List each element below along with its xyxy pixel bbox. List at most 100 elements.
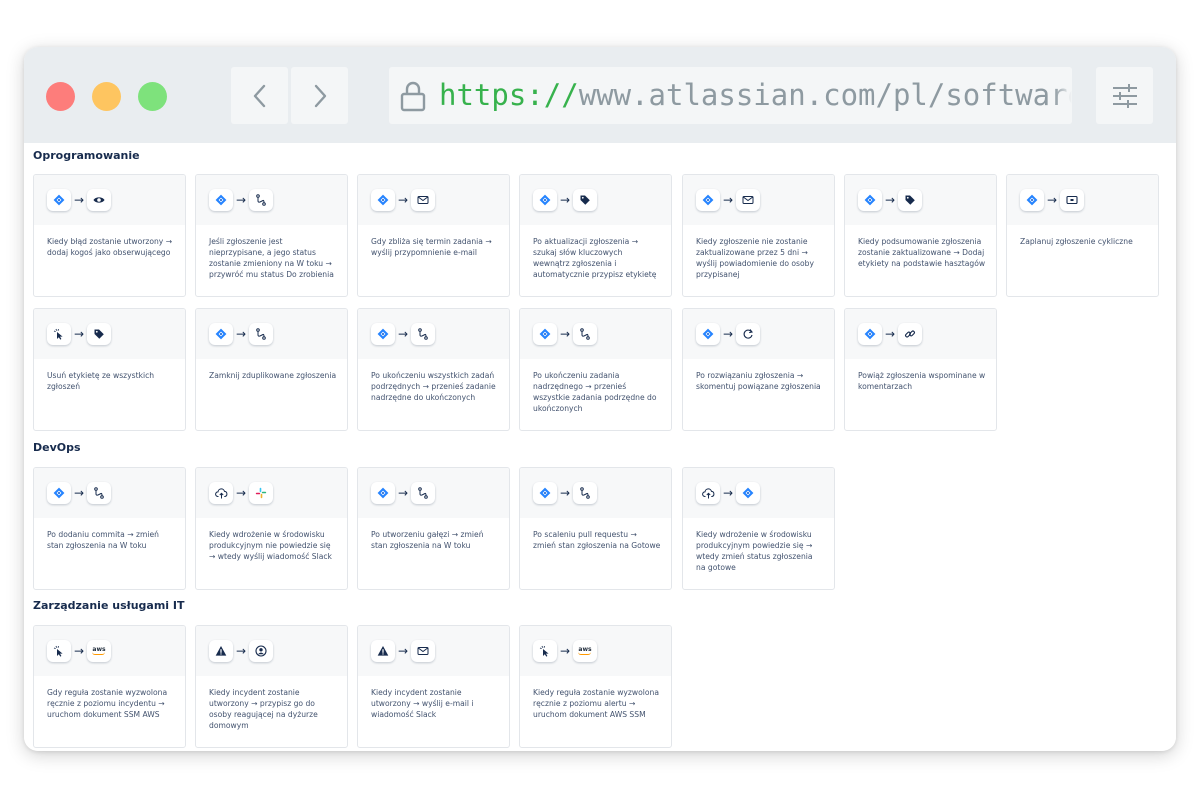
jira-icon <box>539 194 551 206</box>
integration-chip: aws <box>87 640 111 662</box>
arrow-icon: → <box>560 327 571 341</box>
integration-chip <box>87 482 111 504</box>
card-description: Kiedy błąd zostanie utworzony → dodaj ko… <box>47 237 173 257</box>
integration-chip <box>47 189 71 211</box>
card-icon-strip: → <box>845 175 996 225</box>
automation-template-card[interactable]: → Gdy zbliża się termin zadania → wyślij … <box>357 174 510 297</box>
integration-chip <box>209 640 233 662</box>
cloud-upload-icon <box>214 487 228 499</box>
integration-chip <box>1060 189 1084 211</box>
arrow-icon: → <box>885 193 896 207</box>
refresh-icon <box>742 328 754 340</box>
automation-template-card[interactable]: → Kiedy podsumowanie zgłoszenia zostanie … <box>844 174 997 297</box>
automation-template-card[interactable]: → Kiedy błąd zostanie utworzony → dodaj k… <box>33 174 186 297</box>
jira-icon <box>1026 194 1038 206</box>
automation-template-card[interactable]: → Po aktualizacji zgłoszenia → szukaj słó… <box>519 174 672 297</box>
arrow-icon: → <box>74 644 85 658</box>
automation-template-card[interactable]: → Kiedy wdrożenie w środowisku produkcyjn… <box>682 467 835 590</box>
tag-icon <box>904 194 916 206</box>
card-description: Usuń etykietę ze wszystkich zgłoszeń <box>47 371 155 391</box>
integration-chip <box>696 323 720 345</box>
card-icon-strip: → <box>358 468 509 518</box>
arrow-icon: → <box>74 486 85 500</box>
integration-chip <box>411 640 435 662</box>
address-bar[interactable]: https://www.atlassian.com/pl/software <box>389 67 1072 124</box>
automation-template-card[interactable]: → aws Gdy reguła zostanie wyzwolona ręczni… <box>33 625 186 748</box>
card-icon-strip: → <box>358 309 509 359</box>
card-icon-strip: → <box>1007 175 1158 225</box>
integration-chip <box>371 189 395 211</box>
automation-template-card[interactable]: → Kiedy wdrożenie w środowisku produkcyjn… <box>195 467 348 590</box>
integration-chip <box>533 189 557 211</box>
aws-icon: aws <box>92 646 106 655</box>
card-icon-strip: → <box>196 175 347 225</box>
eye-icon <box>93 194 105 206</box>
arrow-icon: → <box>236 486 247 500</box>
automation-template-card[interactable]: → Kiedy incydent zostanie utworzony → prz… <box>195 625 348 748</box>
card-description: Po aktualizacji zgłoszenia → szukaj słów… <box>533 237 657 279</box>
automation-template-card[interactable]: → Kiedy zgłoszenie nie zostanie zaktualiz… <box>682 174 835 297</box>
jira-icon <box>53 194 65 206</box>
aws-label: aws <box>92 646 106 653</box>
integration-chip <box>411 189 435 211</box>
automation-template-card[interactable]: → Po dodaniu commita → zmień stan zgłosze… <box>33 467 186 590</box>
back-button[interactable] <box>231 67 288 124</box>
automation-template-card[interactable]: → Po rozwiązaniu zgłoszenia → skomentuj p… <box>682 308 835 431</box>
card-description: Kiedy wdrożenie w środowisku produkcyjny… <box>209 530 332 561</box>
arrow-icon: → <box>1047 193 1058 207</box>
branch-icon <box>255 328 267 340</box>
close-window-button[interactable] <box>46 82 75 111</box>
automation-template-card[interactable]: → aws Kiedy reguła zostanie wyzwolona ręcz… <box>519 625 672 748</box>
jira-icon <box>864 194 876 206</box>
integration-chip <box>411 482 435 504</box>
automation-template-card[interactable]: → Zamknij zduplikowane zgłoszenia <box>195 308 348 431</box>
page-content: Oprogramowanie → Kiedy błąd zostanie utwor… <box>24 143 1176 751</box>
automation-template-card[interactable]: → Jeśli zgłoszenie jest nieprzypisane, a … <box>195 174 348 297</box>
section-title: Oprogramowanie <box>33 149 140 162</box>
card-icon-strip: → <box>845 309 996 359</box>
jira-icon <box>539 487 551 499</box>
branch-icon <box>93 487 105 499</box>
automation-template-card[interactable]: → Po utworzeniu gałęzi → zmień stan zgłos… <box>357 467 510 590</box>
automation-template-card[interactable]: → Powiąż zgłoszenia wspominane w komentar… <box>844 308 997 431</box>
jira-icon <box>215 328 227 340</box>
lock-icon <box>400 81 426 112</box>
card-icon-strip: → <box>34 309 185 359</box>
automation-template-card[interactable]: → Zaplanuj zgłoszenie cykliczne <box>1006 174 1159 297</box>
card-icon-strip: → <box>683 309 834 359</box>
user-icon <box>255 645 267 657</box>
automation-template-card[interactable]: → Kiedy incydent zostanie utworzony → wyś… <box>357 625 510 748</box>
chevron-right-icon <box>314 84 326 107</box>
minimize-window-button[interactable] <box>92 82 121 111</box>
card-icon-strip: → aws <box>520 626 671 676</box>
arrow-icon: → <box>398 486 409 500</box>
arrow-icon: → <box>560 486 571 500</box>
integration-chip <box>573 482 597 504</box>
card-description: Kiedy podsumowanie zgłoszenia zostanie z… <box>858 237 986 268</box>
browser-settings-button[interactable] <box>1096 67 1153 124</box>
automation-template-card[interactable]: → Po scaleniu pull requestu → zmień stan … <box>519 467 672 590</box>
maximize-window-button[interactable] <box>138 82 167 111</box>
automation-template-card[interactable]: → Po ukończeniu zadania nadrzędnego → prz… <box>519 308 672 431</box>
url-text: https://www.atlassian.com/pl/software <box>439 79 1072 111</box>
cloud-upload-icon <box>701 487 715 499</box>
card-icon-strip: → <box>683 175 834 225</box>
arrow-icon: → <box>74 193 85 207</box>
card-description: Kiedy incydent zostanie utworzony → przy… <box>209 688 318 730</box>
card-description: Po ukończeniu zadania nadrzędnego → prze… <box>533 371 657 413</box>
automation-template-card[interactable]: → Usuń etykietę ze wszystkich zgłoszeń <box>33 308 186 431</box>
card-icon-strip: → aws <box>34 626 185 676</box>
card-icon-strip: → <box>358 626 509 676</box>
card-description: Zamknij zduplikowane zgłoszenia <box>209 371 337 380</box>
integration-chip <box>47 482 71 504</box>
automation-template-card[interactable]: → Po ukończeniu wszystkich zadań podrzędn… <box>357 308 510 431</box>
jira-icon <box>377 194 389 206</box>
slack-icon <box>255 487 267 499</box>
forward-button[interactable] <box>291 67 348 124</box>
integration-chip <box>696 482 720 504</box>
card-icon-strip: → <box>520 468 671 518</box>
integration-chip <box>573 323 597 345</box>
card-icon-strip: → <box>34 175 185 225</box>
integration-chip <box>696 189 720 211</box>
card-icon-strip: → <box>520 175 671 225</box>
